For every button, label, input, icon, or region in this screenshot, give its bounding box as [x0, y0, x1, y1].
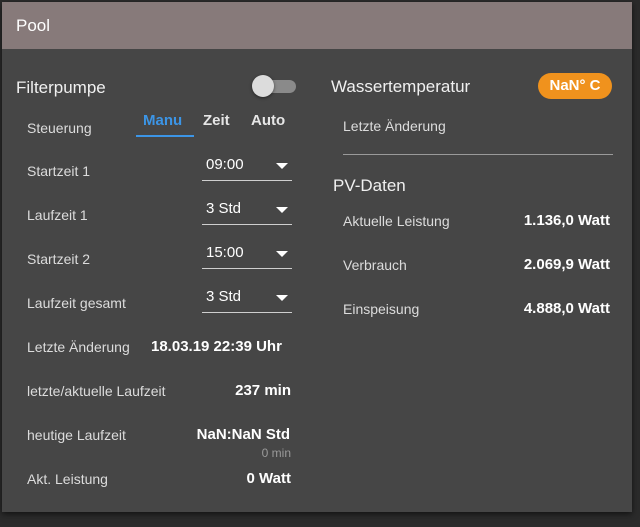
pv-row-value: 2.069,9 Watt [523, 256, 610, 273]
startzeit2-select[interactable]: 15:00 [202, 238, 292, 269]
laufzeit1-select[interactable]: 3 Std [202, 194, 292, 225]
chevron-down-icon [276, 207, 288, 213]
startzeit2-label: Startzeit 2 [27, 251, 91, 267]
filterpumpe-toggle[interactable] [252, 75, 298, 97]
pv-row-value: 4.888,0 Watt [523, 300, 610, 317]
wasser-letzte-aenderung-label: Letzte Änderung [343, 118, 446, 134]
laufzeit1-label: Laufzeit 1 [27, 207, 88, 223]
startzeit2-value: 15:00 [206, 244, 244, 261]
steuerung-label: Steuerung [27, 120, 92, 136]
card-title: Pool [16, 16, 51, 35]
laufzeit-gesamt-value: 3 Std [206, 288, 242, 305]
laufzeit-gesamt-label: Laufzeit gesamt [27, 295, 126, 311]
pv-daten-heading: PV-Daten [333, 176, 406, 195]
pv-row-label: Aktuelle Leistung [343, 213, 450, 229]
heutige-laufzeit-label: heutige Laufzeit [27, 427, 126, 443]
startzeit1-select[interactable]: 09:00 [202, 150, 292, 181]
pv-row-value: 1.136,0 Watt [523, 212, 610, 229]
tab-auto[interactable]: Auto [251, 112, 285, 129]
tab-zeit[interactable]: Zeit [203, 112, 230, 129]
letzte-aenderung-value: 18.03.19 22:39 Uhr [151, 338, 282, 355]
toggle-knob [252, 75, 274, 97]
chevron-down-icon [276, 163, 288, 169]
chevron-down-icon [276, 251, 288, 257]
divider [343, 154, 613, 155]
laufzeit1-value: 3 Std [206, 200, 242, 217]
tab-manu[interactable]: Manu [143, 112, 182, 129]
card-header: Pool [2, 2, 632, 49]
letzte-aenderung-label: Letzte Änderung [27, 339, 130, 355]
startzeit1-value: 09:00 [206, 156, 244, 173]
wassertemperatur-heading: Wassertemperatur [331, 77, 471, 96]
laufzeit-label: letzte/aktuelle Laufzeit [27, 383, 166, 399]
startzeit1-label: Startzeit 1 [27, 163, 91, 179]
akt-leistung-label: Akt. Leistung [27, 471, 108, 487]
laufzeit-gesamt-select[interactable]: 3 Std [202, 282, 292, 313]
pool-card: Pool Filterpumpe Steuerung Manu Zeit Aut… [2, 2, 632, 512]
active-tab-indicator [136, 135, 194, 137]
heutige-laufzeit-sub: 0 min [261, 446, 291, 460]
filterpumpe-heading: Filterpumpe [16, 78, 106, 97]
laufzeit-value: 237 min [235, 382, 291, 399]
akt-leistung-value: 0 Watt [246, 470, 291, 487]
chevron-down-icon [276, 295, 288, 301]
temperature-badge: NaN° C [538, 73, 612, 99]
pv-row-label: Einspeisung [343, 301, 420, 317]
pv-row-label: Verbrauch [343, 257, 407, 273]
heutige-laufzeit-value: NaN:NaN Std [196, 426, 290, 443]
